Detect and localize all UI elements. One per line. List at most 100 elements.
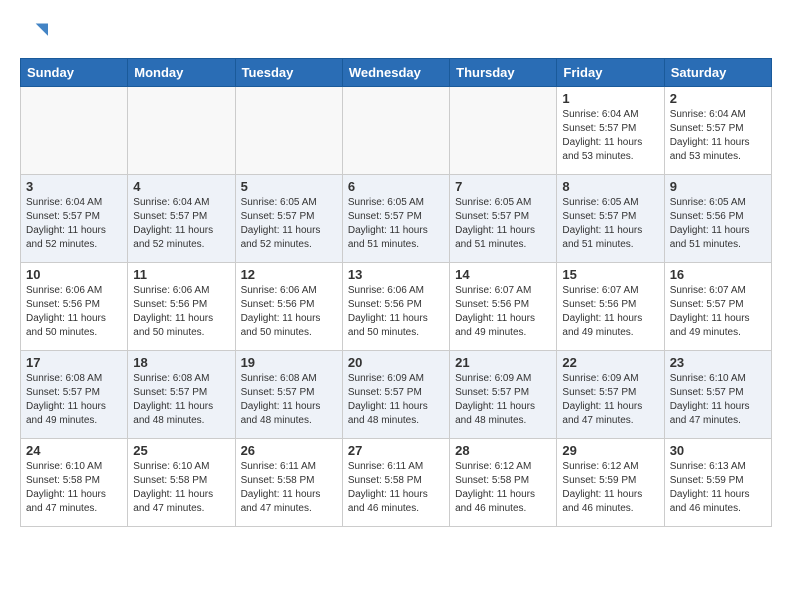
day-number: 23 bbox=[670, 355, 766, 370]
day-cell: 5 Sunrise: 6:05 AM Sunset: 5:57 PM Daylig… bbox=[235, 175, 342, 263]
day-cell: 11 Sunrise: 6:06 AM Sunset: 5:56 PM Dayli… bbox=[128, 263, 235, 351]
day-cell: 14 Sunrise: 6:07 AM Sunset: 5:56 PM Dayli… bbox=[450, 263, 557, 351]
weekday-friday: Friday bbox=[557, 59, 664, 87]
day-number: 6 bbox=[348, 179, 444, 194]
day-cell: 12 Sunrise: 6:06 AM Sunset: 5:56 PM Dayli… bbox=[235, 263, 342, 351]
day-info: Sunrise: 6:07 AM Sunset: 5:56 PM Dayligh… bbox=[562, 284, 658, 340]
day-cell: 8 Sunrise: 6:05 AM Sunset: 5:57 PM Daylig… bbox=[557, 175, 664, 263]
day-cell: 10Sunrise: 6:06 AM Sunset: 5:56 PM Dayli… bbox=[21, 263, 128, 351]
weekday-header-row: SundayMondayTuesdayWednesdayThursdayFrid… bbox=[21, 59, 772, 87]
day-number: 25 bbox=[133, 443, 229, 458]
day-info: Sunrise: 6:04 AM Sunset: 5:57 PM Dayligh… bbox=[670, 108, 766, 164]
day-cell bbox=[342, 87, 449, 175]
week-row-2: 3Sunrise: 6:04 AM Sunset: 5:57 PM Daylig… bbox=[21, 175, 772, 263]
day-number: 9 bbox=[670, 179, 766, 194]
day-number: 22 bbox=[562, 355, 658, 370]
calendar-table: SundayMondayTuesdayWednesdayThursdayFrid… bbox=[20, 58, 772, 527]
day-cell: 9 Sunrise: 6:05 AM Sunset: 5:56 PM Daylig… bbox=[664, 175, 771, 263]
day-info: Sunrise: 6:04 AM Sunset: 5:57 PM Dayligh… bbox=[133, 196, 229, 252]
day-number: 12 bbox=[241, 267, 337, 282]
day-cell: 22 Sunrise: 6:09 AM Sunset: 5:57 PM Dayli… bbox=[557, 351, 664, 439]
weekday-monday: Monday bbox=[128, 59, 235, 87]
day-info: Sunrise: 6:06 AM Sunset: 5:56 PM Dayligh… bbox=[133, 284, 229, 340]
week-row-5: 24 Sunrise: 6:10 AM Sunset: 5:58 PM Dayli… bbox=[21, 439, 772, 527]
day-cell: 29 Sunrise: 6:12 AM Sunset: 5:59 PM Dayli… bbox=[557, 439, 664, 527]
day-number: 5 bbox=[241, 179, 337, 194]
day-number: 30 bbox=[670, 443, 766, 458]
day-number: 17 bbox=[26, 355, 122, 370]
day-cell: 2 Sunrise: 6:04 AM Sunset: 5:57 PM Daylig… bbox=[664, 87, 771, 175]
day-number: 14 bbox=[455, 267, 551, 282]
weekday-saturday: Saturday bbox=[664, 59, 771, 87]
day-info: Sunrise: 6:05 AM Sunset: 5:57 PM Dayligh… bbox=[241, 196, 337, 252]
day-info: Sunrise: 6:11 AM Sunset: 5:58 PM Dayligh… bbox=[348, 460, 444, 516]
day-cell bbox=[21, 87, 128, 175]
day-info: Sunrise: 6:10 AM Sunset: 5:57 PM Dayligh… bbox=[670, 372, 766, 428]
day-number: 1 bbox=[562, 91, 658, 106]
day-number: 27 bbox=[348, 443, 444, 458]
day-info: Sunrise: 6:12 AM Sunset: 5:59 PM Dayligh… bbox=[562, 460, 658, 516]
logo bbox=[20, 20, 52, 48]
day-info: Sunrise: 6:05 AM Sunset: 5:57 PM Dayligh… bbox=[562, 196, 658, 252]
day-cell bbox=[450, 87, 557, 175]
day-cell: 21Sunrise: 6:09 AM Sunset: 5:57 PM Dayli… bbox=[450, 351, 557, 439]
day-info: Sunrise: 6:07 AM Sunset: 5:57 PM Dayligh… bbox=[670, 284, 766, 340]
day-cell: 3Sunrise: 6:04 AM Sunset: 5:57 PM Daylig… bbox=[21, 175, 128, 263]
day-info: Sunrise: 6:09 AM Sunset: 5:57 PM Dayligh… bbox=[348, 372, 444, 428]
day-info: Sunrise: 6:11 AM Sunset: 5:58 PM Dayligh… bbox=[241, 460, 337, 516]
day-info: Sunrise: 6:09 AM Sunset: 5:57 PM Dayligh… bbox=[562, 372, 658, 428]
day-cell: 19 Sunrise: 6:08 AM Sunset: 5:57 PM Dayli… bbox=[235, 351, 342, 439]
day-cell: 18Sunrise: 6:08 AM Sunset: 5:57 PM Dayli… bbox=[128, 351, 235, 439]
day-number: 7 bbox=[455, 179, 551, 194]
day-cell: 7 Sunrise: 6:05 AM Sunset: 5:57 PM Daylig… bbox=[450, 175, 557, 263]
day-number: 16 bbox=[670, 267, 766, 282]
day-cell: 26 Sunrise: 6:11 AM Sunset: 5:58 PM Dayli… bbox=[235, 439, 342, 527]
day-cell: 1 Sunrise: 6:04 AM Sunset: 5:57 PM Daylig… bbox=[557, 87, 664, 175]
day-info: Sunrise: 6:07 AM Sunset: 5:56 PM Dayligh… bbox=[455, 284, 551, 340]
day-cell: 23 Sunrise: 6:10 AM Sunset: 5:57 PM Dayli… bbox=[664, 351, 771, 439]
day-cell: 15 Sunrise: 6:07 AM Sunset: 5:56 PM Dayli… bbox=[557, 263, 664, 351]
day-info: Sunrise: 6:04 AM Sunset: 5:57 PM Dayligh… bbox=[26, 196, 122, 252]
day-number: 20 bbox=[348, 355, 444, 370]
day-info: Sunrise: 6:10 AM Sunset: 5:58 PM Dayligh… bbox=[133, 460, 229, 516]
day-info: Sunrise: 6:08 AM Sunset: 5:57 PM Dayligh… bbox=[26, 372, 122, 428]
day-cell bbox=[235, 87, 342, 175]
day-info: Sunrise: 6:06 AM Sunset: 5:56 PM Dayligh… bbox=[348, 284, 444, 340]
day-cell: 27 Sunrise: 6:11 AM Sunset: 5:58 PM Dayli… bbox=[342, 439, 449, 527]
day-cell: 28Sunrise: 6:12 AM Sunset: 5:58 PM Dayli… bbox=[450, 439, 557, 527]
day-number: 26 bbox=[241, 443, 337, 458]
day-info: Sunrise: 6:04 AM Sunset: 5:57 PM Dayligh… bbox=[562, 108, 658, 164]
day-cell: 20 Sunrise: 6:09 AM Sunset: 5:57 PM Dayli… bbox=[342, 351, 449, 439]
day-info: Sunrise: 6:08 AM Sunset: 5:57 PM Dayligh… bbox=[133, 372, 229, 428]
day-cell: 16 Sunrise: 6:07 AM Sunset: 5:57 PM Dayli… bbox=[664, 263, 771, 351]
day-info: Sunrise: 6:08 AM Sunset: 5:57 PM Dayligh… bbox=[241, 372, 337, 428]
day-number: 29 bbox=[562, 443, 658, 458]
day-number: 15 bbox=[562, 267, 658, 282]
day-cell: 4 Sunrise: 6:04 AM Sunset: 5:57 PM Daylig… bbox=[128, 175, 235, 263]
day-info: Sunrise: 6:05 AM Sunset: 5:56 PM Dayligh… bbox=[670, 196, 766, 252]
page-header bbox=[20, 20, 772, 48]
day-number: 2 bbox=[670, 91, 766, 106]
day-info: Sunrise: 6:05 AM Sunset: 5:57 PM Dayligh… bbox=[455, 196, 551, 252]
weekday-tuesday: Tuesday bbox=[235, 59, 342, 87]
day-number: 13 bbox=[348, 267, 444, 282]
week-row-1: 1 Sunrise: 6:04 AM Sunset: 5:57 PM Daylig… bbox=[21, 87, 772, 175]
day-info: Sunrise: 6:06 AM Sunset: 5:56 PM Dayligh… bbox=[241, 284, 337, 340]
day-number: 24 bbox=[26, 443, 122, 458]
day-info: Sunrise: 6:06 AM Sunset: 5:56 PM Dayligh… bbox=[26, 284, 122, 340]
day-info: Sunrise: 6:10 AM Sunset: 5:58 PM Dayligh… bbox=[26, 460, 122, 516]
weekday-thursday: Thursday bbox=[450, 59, 557, 87]
day-cell bbox=[128, 87, 235, 175]
day-number: 11 bbox=[133, 267, 229, 282]
week-row-4: 17 Sunrise: 6:08 AM Sunset: 5:57 PM Dayli… bbox=[21, 351, 772, 439]
weekday-wednesday: Wednesday bbox=[342, 59, 449, 87]
day-number: 28 bbox=[455, 443, 551, 458]
day-number: 19 bbox=[241, 355, 337, 370]
day-number: 4 bbox=[133, 179, 229, 194]
day-cell: 25 Sunrise: 6:10 AM Sunset: 5:58 PM Dayli… bbox=[128, 439, 235, 527]
day-cell: 6 Sunrise: 6:05 AM Sunset: 5:57 PM Daylig… bbox=[342, 175, 449, 263]
day-number: 8 bbox=[562, 179, 658, 194]
day-info: Sunrise: 6:05 AM Sunset: 5:57 PM Dayligh… bbox=[348, 196, 444, 252]
day-cell: 30Sunrise: 6:13 AM Sunset: 5:59 PM Dayli… bbox=[664, 439, 771, 527]
day-info: Sunrise: 6:09 AM Sunset: 5:57 PM Dayligh… bbox=[455, 372, 551, 428]
